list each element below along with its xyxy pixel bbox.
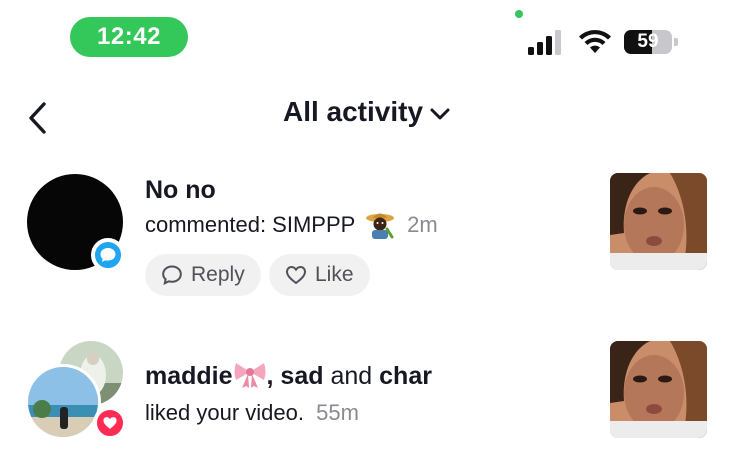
user-name-maddie[interactable]: maddie <box>145 362 233 390</box>
like-label: Like <box>315 263 354 286</box>
chevron-down-icon <box>430 108 450 120</box>
video-thumbnail[interactable] <box>610 341 707 438</box>
battery-indicator: 59 <box>624 30 678 54</box>
like-text: liked your video. <box>145 400 304 425</box>
wifi-icon <box>579 30 611 53</box>
activity-text: liked your video. 55m <box>145 400 359 426</box>
like-button[interactable]: Like <box>269 254 370 296</box>
activity-item-comment[interactable]: No no commented: SIMPPP 2m Reply Like <box>0 173 734 304</box>
timestamp: 55m <box>316 400 359 425</box>
video-thumbnail-image <box>610 341 707 438</box>
activity-text: commented: SIMPPP 2m <box>145 212 438 240</box>
like-badge <box>93 406 127 440</box>
page-title: All activity <box>282 96 424 127</box>
privacy-indicator-dot <box>515 10 523 18</box>
reply-button[interactable]: Reply <box>145 254 261 296</box>
reply-bubble-icon <box>162 265 182 285</box>
video-thumbnail[interactable] <box>610 173 707 270</box>
users-names[interactable]: maddie , sad and char <box>145 362 432 391</box>
ribbon-emoji-icon <box>234 363 266 389</box>
heart-outline-icon <box>285 265 307 285</box>
user-name-sad[interactable]: , sad <box>267 362 324 390</box>
farmer-emoji-icon <box>366 213 395 240</box>
user-name-char[interactable]: char <box>379 362 432 390</box>
cellular-signal-icon <box>528 29 564 55</box>
status-time: 12:42 <box>70 17 188 57</box>
heart-icon <box>103 417 117 429</box>
comment-text: commented: SIMPPP <box>145 212 355 237</box>
comment-badge <box>91 238 125 272</box>
names-conjunction: and <box>330 362 373 390</box>
avatar-image <box>28 367 98 437</box>
comment-bubble-icon <box>100 248 116 262</box>
user-name[interactable]: No no <box>145 176 216 205</box>
battery-percent: 59 <box>637 31 659 52</box>
video-thumbnail-image <box>610 173 707 270</box>
reply-label: Reply <box>191 263 245 286</box>
timestamp: 2m <box>407 212 438 237</box>
activity-item-likes[interactable]: maddie , sad and char liked your video. … <box>0 338 734 443</box>
activity-filter-dropdown[interactable]: All activity <box>0 96 734 128</box>
avatar-front[interactable] <box>25 364 101 440</box>
